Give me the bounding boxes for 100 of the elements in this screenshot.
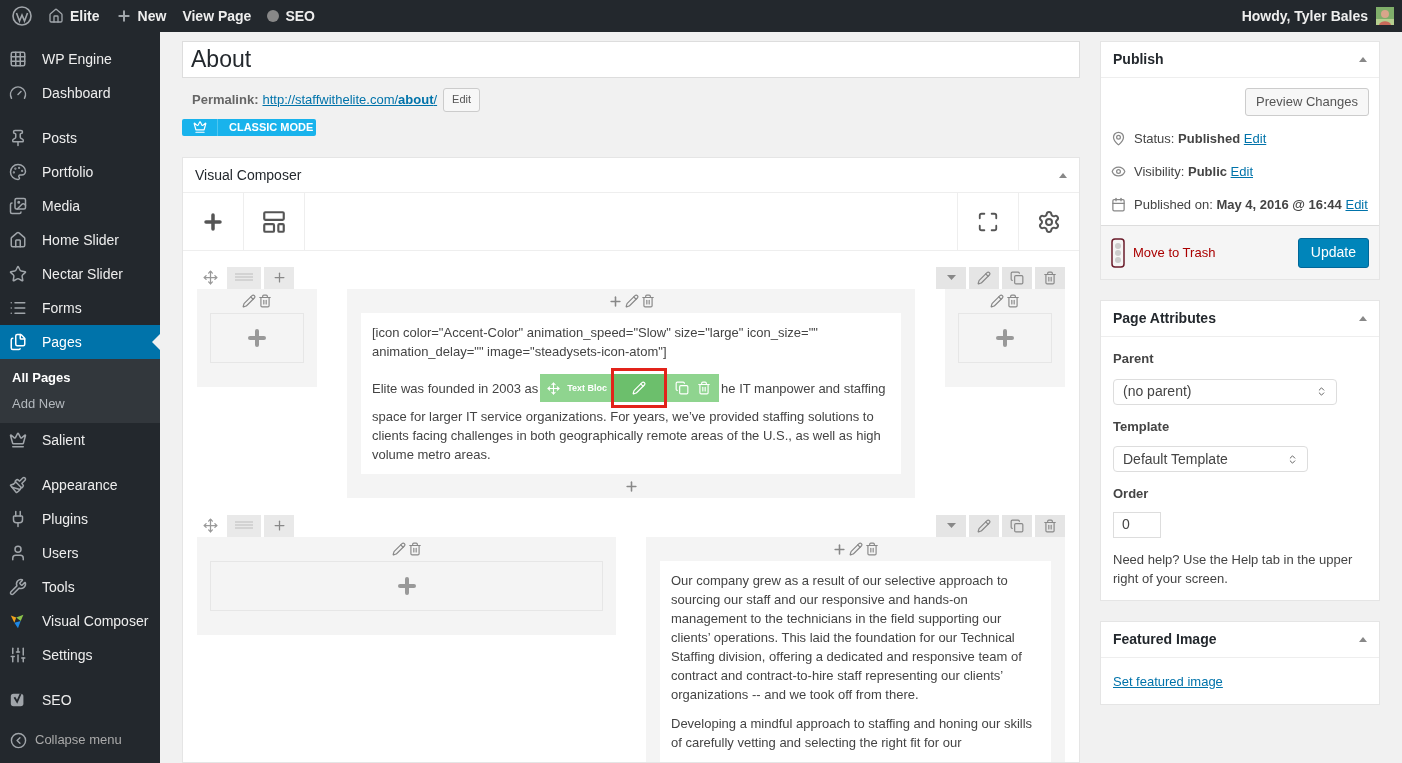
paragraph: [icon color="Accent-Color" animation_speed="Slow" size="large" icon_size="" animation_delay="" image="steadysets-icon-atom"] xyxy=(372,324,819,361)
box-title: Publish xyxy=(1113,50,1164,69)
collapse-arrow-icon[interactable] xyxy=(1359,57,1367,62)
delete-row-button[interactable] xyxy=(1035,266,1065,289)
field-label: Template xyxy=(1113,417,1171,436)
sidebar-item[interactable]: Pages xyxy=(0,325,160,359)
collapse-arrow-icon[interactable] xyxy=(1359,316,1367,321)
edit-icon[interactable] xyxy=(624,294,639,308)
toggle-row-button[interactable] xyxy=(936,514,966,537)
site-link[interactable]: Elite xyxy=(40,0,108,32)
edit-link[interactable]: Edit xyxy=(1230,164,1253,179)
pages-icon xyxy=(9,333,27,351)
wordpress-logo[interactable] xyxy=(12,6,32,26)
sidebar-item[interactable]: Salient xyxy=(0,423,160,457)
grid-icon xyxy=(9,50,27,68)
submenu-item[interactable]: Add New xyxy=(0,391,160,417)
collapse-menu-button[interactable]: Collapse menu xyxy=(0,723,160,757)
add-icon[interactable] xyxy=(832,541,847,557)
move-icon[interactable] xyxy=(203,270,218,285)
sidebar-item[interactable]: Nectar Slider xyxy=(0,257,160,291)
set-featured-image-link[interactable]: Set featured image xyxy=(1113,673,1223,689)
add-icon xyxy=(271,518,287,533)
preview-changes-button[interactable]: Preview Changes xyxy=(1245,88,1369,116)
edit-row-button[interactable] xyxy=(969,266,999,289)
permalink-link[interactable]: http://staffwithelite.com/about/ xyxy=(262,89,438,110)
move-element-handle[interactable] xyxy=(540,374,568,402)
clone-element-button[interactable] xyxy=(667,374,698,402)
template-select[interactable]: Default Template xyxy=(1113,446,1308,472)
sidebar-item[interactable]: Dashboard xyxy=(0,76,160,110)
delete-icon xyxy=(697,381,712,395)
sidebar-item[interactable]: Posts xyxy=(0,121,160,155)
edit-icon[interactable] xyxy=(242,294,256,308)
delete-element-button[interactable] xyxy=(697,374,720,402)
element-label: Text Bloc xyxy=(567,374,612,402)
house-icon xyxy=(9,231,27,249)
add-icon[interactable] xyxy=(607,293,623,309)
edit-icon[interactable] xyxy=(990,294,1004,308)
delete-icon[interactable] xyxy=(258,294,272,308)
move-icon xyxy=(547,381,561,395)
caret-icon xyxy=(946,275,956,280)
edit-row-button[interactable] xyxy=(969,514,999,537)
publish-info: Published on: May 4, 2016 @ 16:44 Edit xyxy=(1134,196,1368,214)
sidebar-item[interactable]: Home Slider xyxy=(0,223,160,257)
sidebar-item[interactable]: Media xyxy=(0,189,160,223)
help-text: Need help? Use the Help tab in the upper right of your screen. xyxy=(1113,550,1354,588)
empty-drop-area[interactable] xyxy=(210,313,304,363)
delete-row-button[interactable] xyxy=(1035,514,1065,537)
sidebar-item[interactable]: Visual Composer xyxy=(0,604,160,638)
delete-icon[interactable] xyxy=(865,542,879,556)
update-button[interactable]: Update xyxy=(1297,237,1369,268)
add-icon[interactable] xyxy=(623,478,639,494)
move-to-trash-link[interactable]: Move to Trash xyxy=(1111,237,1216,268)
seo-link[interactable]: SEO xyxy=(259,0,323,32)
gauge-icon xyxy=(9,84,27,102)
wrench-icon xyxy=(9,578,27,596)
submenu-item[interactable]: All Pages xyxy=(0,365,160,391)
clone-row-button[interactable] xyxy=(1002,514,1032,537)
edit-icon[interactable] xyxy=(849,542,863,556)
fullscreen-icon xyxy=(977,210,999,233)
edit-permalink-button[interactable]: Edit xyxy=(443,87,481,112)
empty-drop-area[interactable] xyxy=(958,313,1052,363)
edit-link[interactable]: Edit xyxy=(1345,197,1368,212)
collapse-arrow-icon[interactable] xyxy=(1059,172,1067,178)
add-column-button[interactable] xyxy=(264,514,294,537)
edit-icon xyxy=(977,518,991,533)
plus-icon xyxy=(115,8,132,24)
collapse-arrow-icon[interactable] xyxy=(1359,636,1367,642)
edit-icon[interactable] xyxy=(391,542,406,556)
box-title: Featured Image xyxy=(1113,629,1217,649)
move-icon[interactable] xyxy=(203,518,218,533)
edit-element-button[interactable] xyxy=(611,368,668,408)
parent-select[interactable]: (no parent) xyxy=(1113,378,1337,405)
order-field[interactable]: 0 xyxy=(1113,511,1161,538)
sidebar-item[interactable]: Tools xyxy=(0,570,160,604)
greeting-text[interactable]: Howdy, Tyler Bales xyxy=(1241,5,1368,27)
list-icon xyxy=(9,299,27,317)
delete-icon[interactable] xyxy=(407,542,422,556)
sidebar-item[interactable]: Users xyxy=(0,536,160,570)
add-icon[interactable] xyxy=(245,326,269,350)
add-icon[interactable] xyxy=(993,326,1017,350)
view-page-link[interactable]: View Page xyxy=(174,0,260,32)
clone-row-button[interactable] xyxy=(1002,266,1032,289)
pin-icon xyxy=(1111,131,1126,146)
sidebar-item[interactable]: WP Engine xyxy=(0,42,160,76)
sidebar-item[interactable]: Forms xyxy=(0,291,160,325)
clone-icon xyxy=(1010,518,1024,533)
sidebar-item[interactable]: Settings xyxy=(0,638,160,672)
delete-icon[interactable] xyxy=(640,294,655,308)
sidebar-item[interactable]: Appearance xyxy=(0,468,160,502)
add-column-button[interactable] xyxy=(264,266,294,289)
sidebar-item[interactable]: SEO xyxy=(0,683,160,717)
edit-link[interactable]: Edit xyxy=(1243,131,1267,146)
sidebar-item[interactable]: Portfolio xyxy=(0,155,160,189)
title-field[interactable]: About xyxy=(182,41,1080,78)
sidebar-item[interactable]: Plugins xyxy=(0,502,160,536)
toggle-row-button[interactable] xyxy=(936,266,966,289)
delete-icon[interactable] xyxy=(1006,294,1020,308)
new-link[interactable]: New xyxy=(107,0,175,32)
paintbrush-icon xyxy=(9,476,27,494)
caret-icon xyxy=(946,523,956,528)
